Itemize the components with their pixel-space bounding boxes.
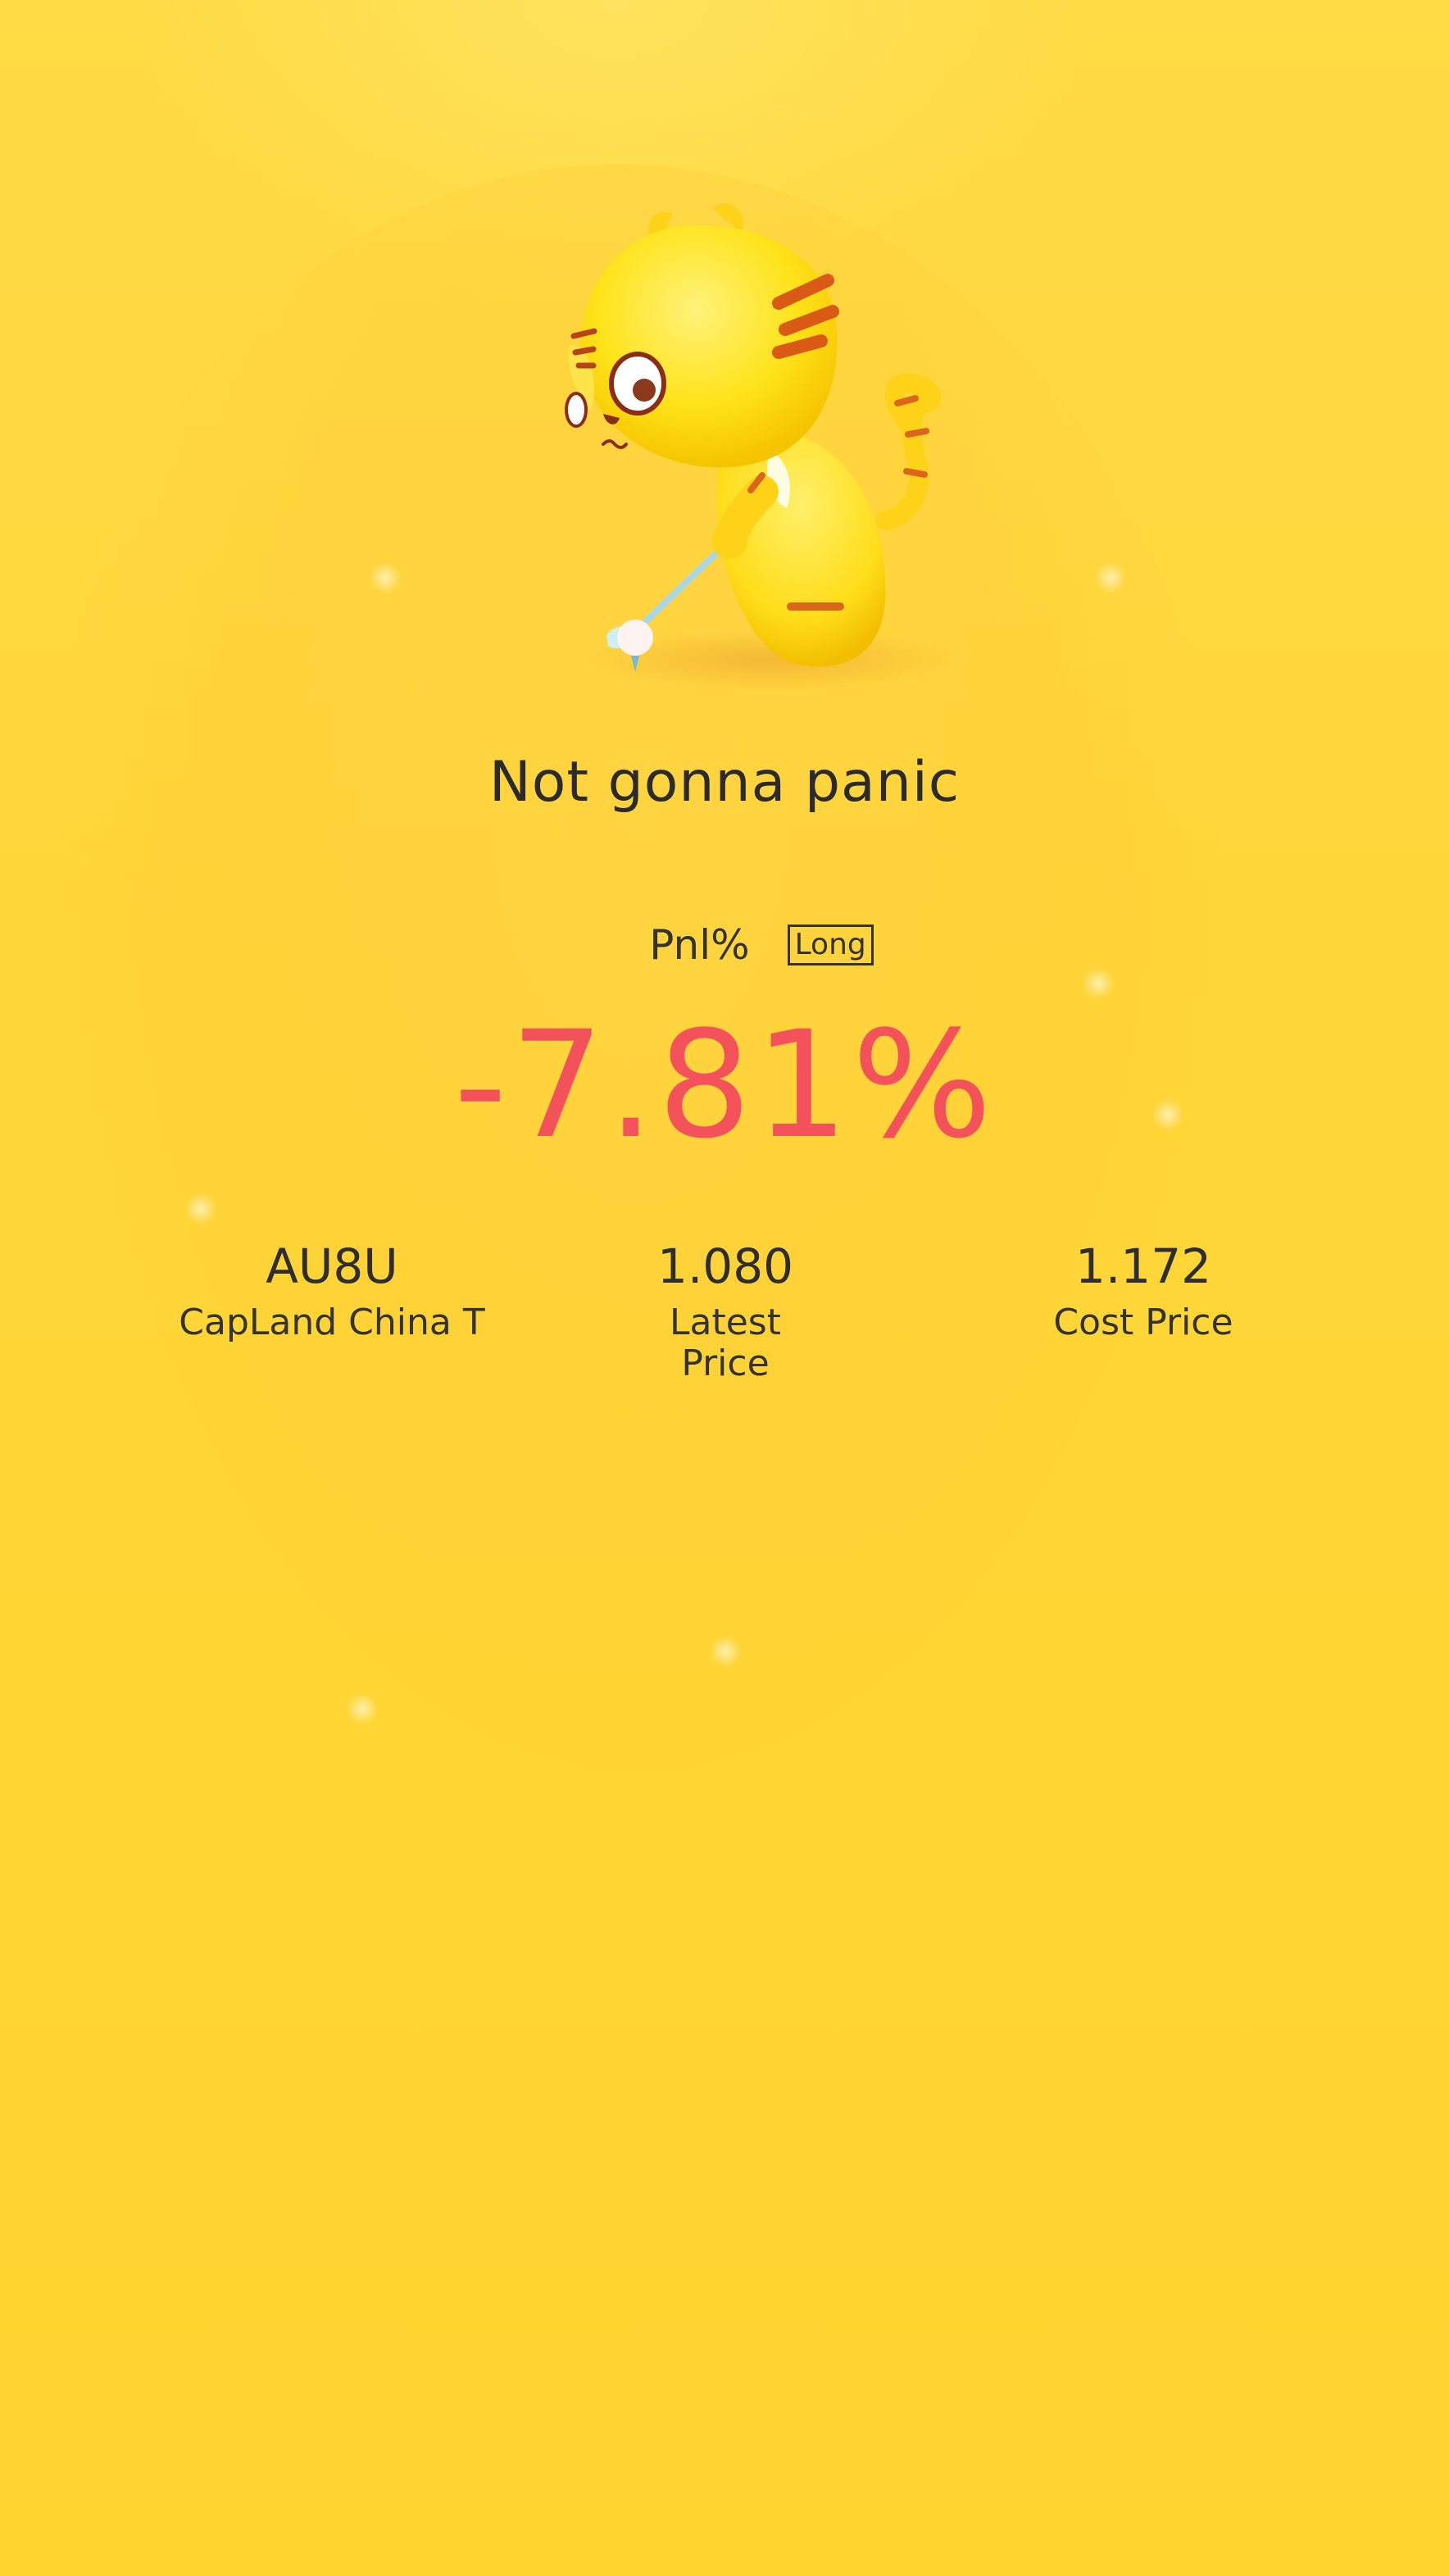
sparkle-decoration — [184, 1193, 217, 1225]
latest-price-value: 1.080 — [656, 1238, 794, 1294]
mood-headline: Not gonna panic — [488, 750, 961, 815]
cost-price-stat: 1.172 Cost Price — [975, 1233, 1311, 1343]
pnl-header: Pnl% Long — [0, 916, 1449, 974]
pnl-label: Pnl% — [649, 921, 750, 969]
sparkle-decoration — [346, 1692, 379, 1725]
latest-price-label-line1: Latest — [670, 1302, 781, 1343]
stock-symbol: AU8U — [266, 1238, 398, 1294]
cost-price-label: Cost Price — [1053, 1302, 1233, 1343]
latest-price-label-line2: Price — [681, 1343, 770, 1384]
sparkle-decoration — [1094, 561, 1127, 594]
pnl-percentage-value: -7.81% — [453, 1000, 996, 1171]
cost-price-value: 1.172 — [1074, 1238, 1212, 1294]
position-direction-badge: Long — [787, 925, 874, 965]
latest-price-stat: 1.080 Latest Price — [566, 1233, 885, 1384]
stock-name: CapLand China T — [179, 1302, 485, 1343]
sparkle-decoration — [709, 1635, 742, 1668]
sparkle-decoration — [369, 561, 402, 594]
stock-symbol-stat: AU8U CapLand China T — [164, 1233, 500, 1343]
tiger-golfer-mascot-icon — [565, 203, 959, 691]
latest-price-label: Latest Price — [566, 1302, 885, 1384]
